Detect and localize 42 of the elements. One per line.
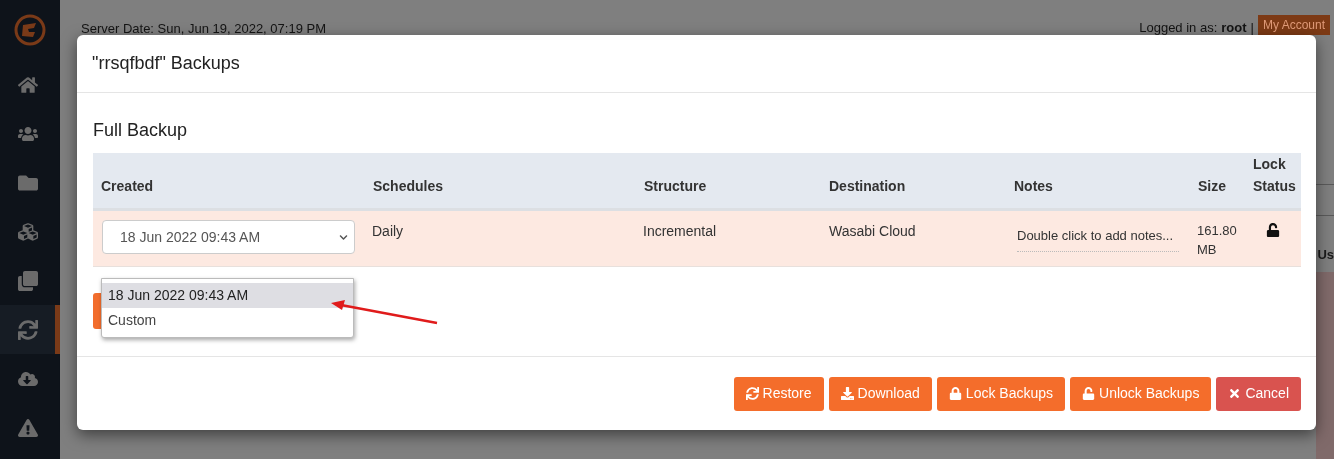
dropdown-option[interactable]: 18 Jun 2022 09:43 AM (102, 283, 353, 308)
download-button[interactable]: Download (828, 376, 932, 411)
dropdown-option[interactable]: Custom (102, 308, 353, 333)
server-date: Server Date: Sun, Jun 19, 2022, 07:19 PM (81, 20, 326, 38)
column-header: Lock Status (1253, 155, 1297, 196)
warning-icon (17, 417, 38, 438)
my-account-button[interactable]: My Account (1257, 14, 1330, 35)
refresh-icon (17, 319, 38, 340)
table-cell: Incremental (643, 223, 717, 239)
column-header: Structure (644, 177, 707, 196)
logged-in-label: Logged in as: (1139, 19, 1218, 37)
section-title: Full Backup (93, 119, 189, 142)
cancel-button[interactable]: Cancel (1216, 376, 1301, 411)
home-icon (17, 74, 38, 95)
restore-button[interactable]: Restore (733, 376, 824, 411)
sidebar-item[interactable] (0, 305, 60, 354)
lock-icon (948, 387, 962, 400)
close-icon (1228, 387, 1242, 400)
table-cell-text: 161.80 MB (1197, 222, 1238, 259)
cubes-icon (17, 221, 38, 242)
stacked-squares-icon (17, 270, 38, 291)
column-header: Schedules (373, 177, 444, 196)
column-header: Notes (1014, 177, 1053, 196)
lock-button[interactable]: Lock Backups (936, 376, 1065, 411)
username: root (1221, 19, 1247, 37)
table-cell: Daily (372, 223, 404, 239)
column-header-fragment: Us (1317, 246, 1334, 264)
unlock-icon (1082, 387, 1095, 400)
unlock-icon[interactable] (1266, 223, 1280, 237)
download-icon (840, 387, 854, 400)
column-header: Destination (829, 177, 906, 196)
table-cell: Wasabi Cloud (829, 223, 916, 239)
refresh-icon (745, 387, 759, 400)
separator: | (1250, 19, 1254, 37)
column-header: Created (101, 177, 154, 196)
notes-field[interactable]: Double click to add notes... (1017, 226, 1179, 252)
logo-icon (14, 14, 46, 46)
column-header: Size (1198, 177, 1226, 196)
caret-icon (339, 232, 348, 242)
unlock-button[interactable]: Unlock Backups (1070, 376, 1212, 411)
dialog-title: "rrsqfbdf" Backups (92, 52, 240, 75)
created-select[interactable]: 18 Jun 2022 09:43 AM (102, 220, 355, 254)
